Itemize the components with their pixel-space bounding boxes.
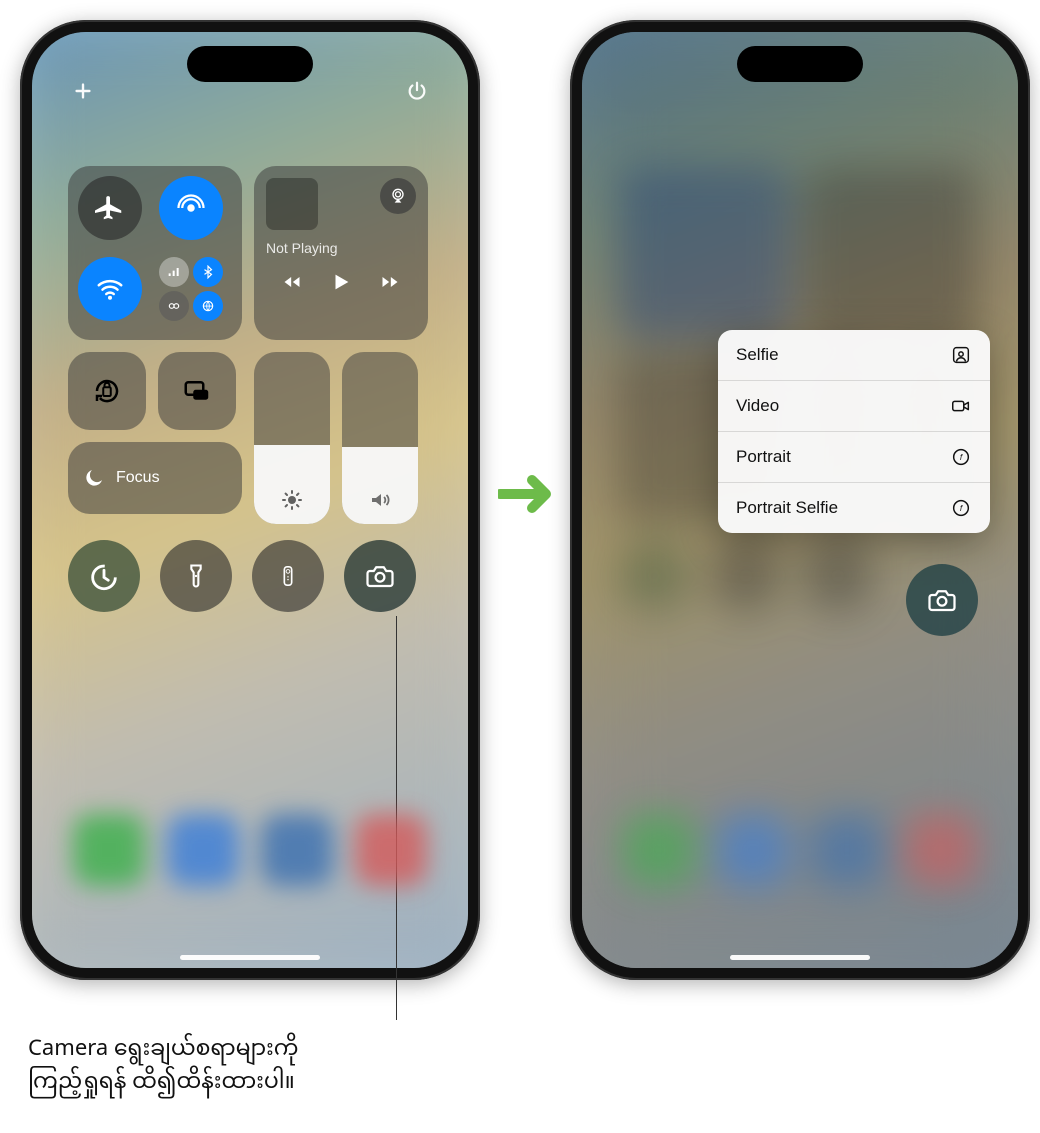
vpn-icon (193, 291, 223, 321)
prev-track-button[interactable] (279, 272, 305, 292)
callout-line2: ကြည့်ရှုရန် ထိ၍ထိန်းထားပါ။ (28, 1067, 298, 1100)
airplay-button[interactable] (380, 178, 416, 214)
screen-mirroring-button[interactable] (158, 352, 236, 430)
orientation-lock-button[interactable] (68, 352, 146, 430)
svg-text:f: f (960, 504, 963, 513)
timer-icon (87, 559, 121, 593)
apple-tv-remote-button[interactable] (252, 540, 324, 612)
camera-context-menu: Selfie Video Portrait f Portrait Selfie … (718, 330, 990, 533)
callout-text: Camera ရွေးချယ်စရာများကို ကြည့်ရှုရန် ထိ… (28, 1034, 298, 1100)
moon-icon (82, 466, 106, 490)
home-indicator[interactable] (730, 955, 870, 960)
svg-text:f: f (960, 453, 963, 462)
camera-menu-item-label: Video (736, 396, 779, 416)
bluetooth-icon (193, 257, 223, 287)
media-status-label: Not Playing (266, 240, 416, 256)
control-center-panel: Not Playing (68, 166, 456, 612)
video-icon (950, 395, 972, 417)
phone-left: Not Playing (20, 20, 480, 980)
cellular-icon (159, 257, 189, 287)
transition-arrow (498, 470, 560, 518)
play-button[interactable] (330, 270, 352, 294)
focus-button[interactable]: Focus (68, 442, 242, 514)
power-button[interactable] (402, 76, 432, 106)
screen-mirroring-icon (182, 376, 212, 406)
camera-menu-item-label: Portrait (736, 447, 791, 467)
home-indicator[interactable] (180, 955, 320, 960)
connectivity-tile[interactable] (68, 166, 242, 340)
blurred-dock (582, 814, 1018, 914)
page-side-icons (466, 362, 468, 460)
screen-right: Selfie Video Portrait f Portrait Selfie … (582, 32, 1018, 968)
screen-left: Not Playing (32, 32, 468, 968)
hotspot-icon (159, 291, 189, 321)
sun-icon (280, 488, 304, 512)
camera-menu-selfie[interactable]: Selfie (718, 330, 990, 381)
volume-icon (368, 488, 392, 512)
orientation-lock-icon (92, 376, 122, 406)
camera-menu-item-label: Portrait Selfie (736, 498, 838, 518)
brightness-slider[interactable] (254, 352, 330, 524)
antenna-icon (466, 442, 468, 460)
airdrop-icon (176, 193, 206, 223)
flashlight-icon (182, 559, 210, 593)
focus-label: Focus (116, 469, 160, 487)
add-control-button[interactable] (68, 76, 98, 106)
phone-right: Selfie Video Portrait f Portrait Selfie … (570, 20, 1030, 980)
blurred-dock (32, 814, 468, 914)
next-track-button[interactable] (377, 272, 403, 292)
camera-menu-item-label: Selfie (736, 345, 779, 365)
camera-menu-portrait-selfie[interactable]: Portrait Selfie f (718, 483, 990, 533)
aperture-icon: f (950, 446, 972, 468)
camera-menu-video[interactable]: Video (718, 381, 990, 432)
remote-icon (277, 559, 299, 593)
camera-button-highlighted[interactable] (906, 564, 978, 636)
camera-menu-portrait[interactable]: Portrait f (718, 432, 990, 483)
media-tile[interactable]: Not Playing (254, 166, 428, 340)
wifi-icon (95, 274, 125, 304)
connectivity-cluster[interactable] (159, 257, 223, 321)
wifi-toggle[interactable] (78, 257, 142, 321)
airplay-icon (388, 186, 408, 206)
heart-icon (466, 362, 468, 380)
flashlight-button[interactable] (160, 540, 232, 612)
camera-icon (363, 561, 397, 591)
dynamic-island (737, 46, 863, 82)
aperture-icon: f (950, 497, 972, 519)
camera-button[interactable] (344, 540, 416, 612)
timer-button[interactable] (68, 540, 140, 612)
camera-icon (925, 585, 959, 615)
album-art (266, 178, 318, 230)
dynamic-island (187, 46, 313, 82)
volume-slider[interactable] (342, 352, 418, 524)
airplane-icon (95, 193, 125, 223)
control-center: Not Playing (32, 32, 468, 968)
airdrop-toggle[interactable] (159, 176, 223, 240)
selfie-icon (950, 344, 972, 366)
airplane-mode-toggle[interactable] (78, 176, 142, 240)
music-note-icon (466, 402, 468, 420)
